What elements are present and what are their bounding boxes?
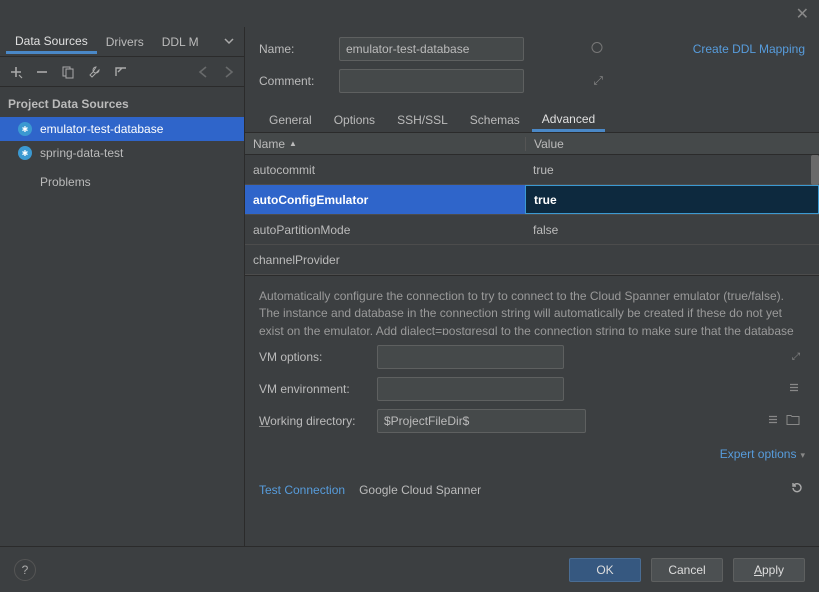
table-row[interactable]: channelProvider <box>245 245 819 275</box>
property-name: autoPartitionMode <box>245 223 525 237</box>
name-label: Name: <box>259 42 329 56</box>
vm-environment-label: VM environment: <box>259 382 367 396</box>
cancel-button[interactable]: Cancel <box>651 558 723 582</box>
property-value[interactable]: false <box>525 223 819 237</box>
datasource-icon: ✱ <box>18 146 32 160</box>
name-input[interactable] <box>339 37 524 61</box>
property-name: autocommit <box>245 163 525 177</box>
property-value[interactable]: true <box>525 163 819 177</box>
sidebar-tabs: Data Sources Drivers DDL M <box>0 27 244 57</box>
expert-options-link[interactable]: Expert options <box>720 447 797 461</box>
tab-data-sources[interactable]: Data Sources <box>6 29 97 54</box>
sidebar: Data Sources Drivers DDL M <box>0 27 245 546</box>
property-value[interactable]: true <box>525 185 819 214</box>
back-icon[interactable] <box>196 64 212 80</box>
problems-node[interactable]: Problems <box>0 165 244 199</box>
tree-item[interactable]: ✱ spring-data-test <box>0 141 244 165</box>
list-icon[interactable] <box>767 414 779 429</box>
vm-options-input[interactable] <box>377 345 564 369</box>
header-value[interactable]: Value <box>525 137 819 151</box>
tree-item-label: emulator-test-database <box>40 122 163 136</box>
comment-input[interactable] <box>339 69 524 93</box>
apply-button[interactable]: Apply <box>733 558 805 582</box>
db-kind-label: Google Cloud Spanner <box>359 483 481 497</box>
working-directory-label: Working directory: <box>259 414 367 428</box>
properties-table: autocommittrueautoConfigEmulatortrueauto… <box>245 155 819 275</box>
comment-label: Comment: <box>259 74 329 88</box>
right-panel: Name: Create DDL Mapping Comment: ⤢ <box>245 27 819 546</box>
detail-tabs: General Options SSH/SSL Schemas Advanced <box>245 107 819 133</box>
copy-icon[interactable] <box>60 64 76 80</box>
datasource-icon: ✱ <box>18 122 32 136</box>
property-description: Automatically configure the connection t… <box>245 275 819 335</box>
wrench-icon[interactable] <box>86 64 102 80</box>
sort-asc-icon: ▲ <box>289 139 297 148</box>
dialog-footer: ? OK Cancel Apply <box>0 546 819 592</box>
tab-drivers[interactable]: Drivers <box>97 30 153 54</box>
close-icon[interactable]: ✕ <box>796 4 809 24</box>
forward-icon[interactable] <box>220 64 236 80</box>
data-source-tree: ✱ emulator-test-database ✱ spring-data-t… <box>0 117 244 546</box>
make-global-icon[interactable] <box>112 64 128 80</box>
tab-options[interactable]: Options <box>324 108 385 132</box>
tab-ssh-ssl[interactable]: SSH/SSL <box>387 108 458 132</box>
folder-icon[interactable] <box>786 414 800 429</box>
help-button[interactable]: ? <box>14 559 36 581</box>
create-ddl-mapping-link[interactable]: Create DDL Mapping <box>693 42 805 56</box>
tab-schemas[interactable]: Schemas <box>460 108 530 132</box>
section-project-data-sources: Project Data Sources <box>0 87 244 117</box>
tree-item[interactable]: ✱ emulator-test-database <box>0 117 244 141</box>
circle-icon[interactable] <box>591 42 603 57</box>
chevron-down-icon[interactable] <box>220 31 238 53</box>
property-name: channelProvider <box>245 253 525 267</box>
properties-table-header: Name ▲ Value <box>245 133 819 155</box>
tab-general[interactable]: General <box>259 108 322 132</box>
vm-options-label: VM options: <box>259 350 367 364</box>
revert-icon[interactable] <box>789 480 805 499</box>
sidebar-toolbar <box>0 57 244 87</box>
ok-button[interactable]: OK <box>569 558 641 582</box>
header-name[interactable]: Name ▲ <box>245 137 525 151</box>
table-row[interactable]: autoConfigEmulatortrue <box>245 185 819 215</box>
list-icon[interactable] <box>788 382 800 397</box>
chevron-down-icon: ▾ <box>800 450 805 460</box>
property-name: autoConfigEmulator <box>245 193 525 207</box>
tab-ddl-mappings[interactable]: DDL M <box>153 30 208 54</box>
test-connection-link[interactable]: Test Connection <box>259 483 345 497</box>
working-directory-input[interactable] <box>377 409 586 433</box>
add-icon[interactable] <box>8 64 24 80</box>
expand-icon[interactable]: ⤢ <box>792 352 800 363</box>
expand-icon[interactable]: ⤢ <box>593 74 603 89</box>
vm-environment-input[interactable] <box>377 377 564 401</box>
remove-icon[interactable] <box>34 64 50 80</box>
table-row[interactable]: autocommittrue <box>245 155 819 185</box>
tree-item-label: spring-data-test <box>40 146 123 160</box>
scrollbar-thumb[interactable] <box>811 155 819 185</box>
tab-advanced[interactable]: Advanced <box>532 107 605 132</box>
table-row[interactable]: autoPartitionModefalse <box>245 215 819 245</box>
